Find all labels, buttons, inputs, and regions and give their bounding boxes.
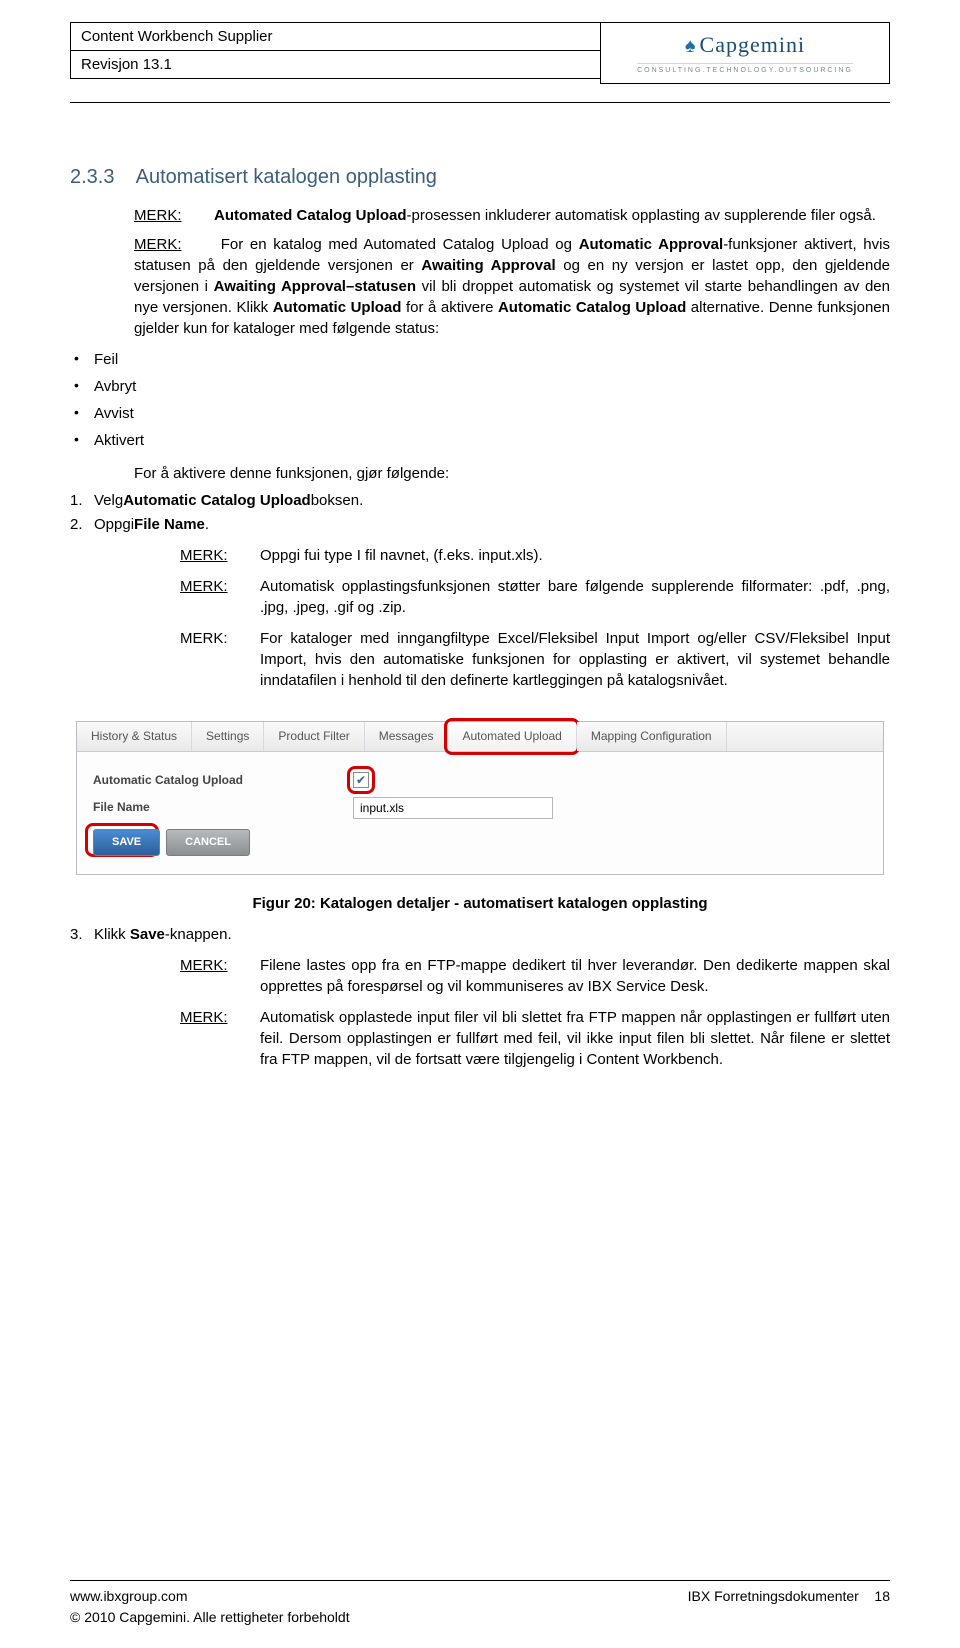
bullet-avbryt: Avbryt bbox=[70, 376, 890, 397]
bullet-avvist: Avvist bbox=[70, 403, 890, 424]
activate-line: For å aktivere denne funksjonen, gjør fø… bbox=[134, 463, 890, 484]
ss-auto-upload-label: Automatic Catalog Upload bbox=[93, 772, 353, 789]
merk-label: MERK: bbox=[180, 955, 260, 997]
tab-automated-upload[interactable]: Automated Upload bbox=[448, 722, 576, 751]
step-2: 2.OppgiFile Name. bbox=[70, 514, 890, 535]
merk-row-4: MERK: Filene lastes opp fra en FTP-mappe… bbox=[180, 955, 890, 997]
save-button[interactable]: SAVE bbox=[93, 829, 160, 856]
bullet-aktivert: Aktivert bbox=[70, 430, 890, 451]
footer-docline: IBX Forretningsdokumenter bbox=[688, 1588, 859, 1604]
spade-icon: ♠ bbox=[685, 32, 697, 60]
merk-label: MERK: bbox=[180, 576, 260, 618]
merk-body-2: Automatisk opplastingsfunksjonen støtter… bbox=[260, 576, 890, 618]
status-bullets: Feil Avbryt Avvist Aktivert bbox=[70, 349, 890, 451]
step-1: 1.VelgAutomatic Catalog Uploadboksen. bbox=[70, 490, 890, 511]
ss-tabs: History & Status Settings Product Filter… bbox=[77, 722, 883, 752]
header-title: Content Workbench Supplier bbox=[70, 22, 600, 51]
section-number: 2.3.3 bbox=[70, 166, 114, 188]
merk-label-2: MERK: bbox=[134, 234, 214, 255]
merk-body-3: For kataloger med inngangfiltype Excel/F… bbox=[260, 628, 890, 691]
logo: ♠ Capgemini bbox=[685, 30, 805, 61]
section-title: Automatisert katalogen opplasting bbox=[136, 166, 437, 188]
merk-note-2: MERK: For en katalog med Automated Catal… bbox=[134, 234, 890, 339]
merk-label: MERK: bbox=[180, 1007, 260, 1070]
steps-list: 1.VelgAutomatic Catalog Uploadboksen. 2.… bbox=[70, 490, 890, 535]
merk-row-3: MERK: For kataloger med inngangfiltype E… bbox=[180, 628, 890, 691]
merk-row-2: MERK: Automatisk opplastingsfunksjonen s… bbox=[180, 576, 890, 618]
steps-list-cont: 3.Klikk Save-knappen. bbox=[70, 924, 890, 945]
merk-label: MERK: bbox=[134, 205, 214, 226]
filename-input[interactable] bbox=[353, 797, 553, 819]
tab-history[interactable]: History & Status bbox=[77, 722, 192, 751]
merk-body-5: Automatisk opplastede input filer vil bl… bbox=[260, 1007, 890, 1070]
merk-body-1: Oppgi fui type I fil navnet, (f.eks. inp… bbox=[260, 545, 890, 566]
page-header: Content Workbench Supplier Revisjon 13.1… bbox=[70, 22, 890, 84]
merk-label: MERK: bbox=[180, 545, 260, 566]
ss-filename-label: File Name bbox=[93, 799, 353, 816]
footer-url: www.ibxgroup.com bbox=[70, 1587, 188, 1607]
tab-product-filter[interactable]: Product Filter bbox=[264, 722, 364, 751]
section-heading: 2.3.3 Automatisert katalogen opplasting bbox=[70, 163, 890, 191]
step-3: 3.Klikk Save-knappen. bbox=[70, 924, 890, 945]
logo-box: ♠ Capgemini CONSULTING.TECHNOLOGY.OUTSOU… bbox=[600, 22, 890, 84]
note1-bold: Automated Catalog Upload bbox=[214, 207, 407, 224]
cancel-button[interactable]: CANCEL bbox=[166, 829, 250, 856]
auto-upload-checkbox[interactable]: ✔ bbox=[353, 772, 369, 788]
figure-caption: Figur 20: Katalogen detaljer - automatis… bbox=[70, 893, 890, 914]
header-revision: Revisjon 13.1 bbox=[70, 51, 600, 79]
merk-note-1: MERK: Automated Catalog Upload-prosessen… bbox=[134, 205, 890, 226]
tab-mapping-config[interactable]: Mapping Configuration bbox=[577, 722, 727, 751]
note1-rest: -prosessen inkluderer automatisk opplast… bbox=[407, 207, 876, 224]
logo-text: Capgemini bbox=[700, 30, 806, 61]
logo-tagline: CONSULTING.TECHNOLOGY.OUTSOURCING bbox=[637, 63, 853, 76]
merk-label-nou: MERK: bbox=[180, 628, 260, 691]
merk-body-4: Filene lastes opp fra en FTP-mappe dedik… bbox=[260, 955, 890, 997]
bullet-feil: Feil bbox=[70, 349, 890, 370]
merk-row-1: MERK: Oppgi fui type I fil navnet, (f.ek… bbox=[180, 545, 890, 566]
merk-row-5: MERK: Automatisk opplastede input filer … bbox=[180, 1007, 890, 1070]
tab-settings[interactable]: Settings bbox=[192, 722, 264, 751]
embedded-screenshot: History & Status Settings Product Filter… bbox=[76, 721, 884, 875]
page-footer: www.ibxgroup.com IBX Forretningsdokument… bbox=[70, 1580, 890, 1628]
tab-messages[interactable]: Messages bbox=[365, 722, 449, 751]
footer-copyright: © 2010 Capgemini. Alle rettigheter forbe… bbox=[70, 1608, 890, 1628]
page-number: 18 bbox=[874, 1588, 890, 1604]
